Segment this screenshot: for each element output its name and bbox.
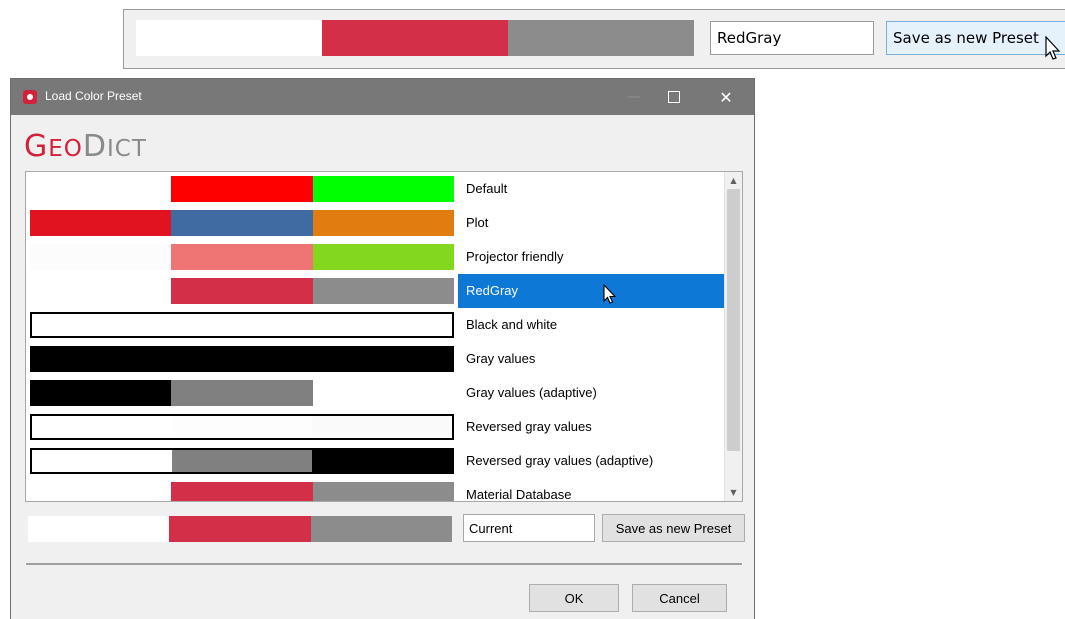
color-segment (28, 516, 170, 542)
color-segment (312, 176, 454, 202)
color-segment (312, 210, 454, 236)
color-segment (30, 244, 172, 270)
color-segment (312, 278, 454, 304)
preset-color-swatch (30, 244, 454, 270)
preset-label[interactable]: Material Database (458, 478, 725, 501)
preset-color-swatch (30, 210, 454, 236)
preset-name-input[interactable] (710, 21, 874, 55)
color-segment (32, 450, 172, 472)
title-bar[interactable]: Load Color Preset — ✕ (11, 79, 754, 115)
cancel-button[interactable]: Cancel (632, 584, 727, 612)
preset-color-swatch (30, 414, 454, 440)
preset-row[interactable]: RedGray (26, 274, 725, 308)
color-segment (171, 244, 313, 270)
color-segment (30, 210, 172, 236)
geodict-logo: GEODICT (24, 129, 147, 164)
preset-row[interactable]: Default (26, 172, 725, 206)
color-segment (30, 346, 172, 372)
close-button[interactable]: ✕ (703, 79, 749, 115)
preset-label[interactable]: Reversed gray values (458, 410, 725, 444)
color-segment (171, 176, 313, 202)
current-preset-name-input[interactable] (463, 514, 595, 542)
color-segment (30, 176, 172, 202)
preset-row[interactable]: Reversed gray values (26, 410, 725, 444)
preset-label[interactable]: RedGray (458, 274, 725, 308)
ok-button[interactable]: OK (529, 584, 619, 612)
preset-label[interactable]: Reversed gray values (adaptive) (458, 444, 725, 478)
color-segment (171, 210, 313, 236)
color-segment (171, 346, 313, 372)
preset-color-swatch (30, 346, 454, 372)
color-segment (312, 416, 452, 438)
preset-label[interactable]: Plot (458, 206, 725, 240)
color-segment (312, 244, 454, 270)
scrollbar-thumb[interactable] (727, 189, 740, 451)
color-segment (30, 482, 172, 501)
vertical-scrollbar[interactable]: ▲ ▼ (724, 172, 742, 501)
mouse-cursor-icon (1045, 36, 1061, 60)
current-color-swatch (136, 20, 694, 56)
color-segment (171, 380, 313, 406)
color-segment (136, 20, 322, 56)
color-segment (172, 450, 312, 472)
color-segment (171, 482, 313, 501)
maximize-icon (668, 91, 680, 103)
preset-label[interactable]: Gray values (458, 342, 725, 376)
separator-line (26, 563, 742, 565)
preset-label[interactable]: Black and white (458, 308, 725, 342)
color-segment (322, 20, 508, 56)
preset-color-swatch (30, 312, 454, 338)
color-preset-toolbar: Save as new Preset (123, 9, 1065, 69)
color-segment (312, 450, 452, 472)
window-title: Load Color Preset (45, 89, 142, 103)
preset-row[interactable]: Reversed gray values (adaptive) (26, 444, 725, 478)
preset-list[interactable]: Default Plot Projector friendly RedGray Blac… (25, 171, 743, 502)
preset-color-swatch (30, 448, 454, 474)
color-segment (32, 314, 172, 336)
scroll-up-arrow-icon[interactable]: ▲ (725, 172, 742, 189)
preset-row[interactable]: Material Database (26, 478, 725, 501)
preset-label[interactable]: Projector friendly (458, 240, 725, 274)
preset-row[interactable]: Projector friendly (26, 240, 725, 274)
save-as-new-preset-button[interactable]: Save as new Preset (886, 21, 1065, 55)
preset-row[interactable]: Gray values (26, 342, 725, 376)
maximize-button[interactable] (651, 79, 697, 115)
preset-row[interactable]: Plot (26, 206, 725, 240)
color-segment (30, 278, 172, 304)
preset-color-swatch (30, 278, 454, 304)
geodict-app-icon (23, 90, 37, 104)
preset-row[interactable]: Gray values (adaptive) (26, 376, 725, 410)
color-segment (172, 416, 312, 438)
color-segment (312, 380, 454, 406)
preset-label[interactable]: Default (458, 172, 725, 206)
color-segment (171, 278, 313, 304)
preset-color-swatch (30, 482, 454, 501)
preset-color-swatch (30, 176, 454, 202)
load-color-preset-dialog: Load Color Preset — ✕ GEODICT Default Plo… (10, 78, 755, 619)
color-segment (312, 314, 452, 336)
preset-label[interactable]: Gray values (adaptive) (458, 376, 725, 410)
mouse-cursor-icon (603, 284, 617, 304)
preset-row[interactable]: Black and white (26, 308, 725, 342)
preset-color-swatch (30, 380, 454, 406)
color-segment (310, 516, 452, 542)
current-color-swatch (28, 516, 452, 542)
save-as-new-preset-button[interactable]: Save as new Preset (602, 514, 745, 542)
color-segment (169, 516, 311, 542)
color-segment (30, 380, 172, 406)
scroll-down-arrow-icon[interactable]: ▼ (725, 484, 742, 501)
color-segment (508, 20, 694, 56)
color-segment (172, 314, 312, 336)
color-segment (312, 346, 454, 372)
color-segment (32, 416, 172, 438)
color-segment (312, 482, 454, 501)
